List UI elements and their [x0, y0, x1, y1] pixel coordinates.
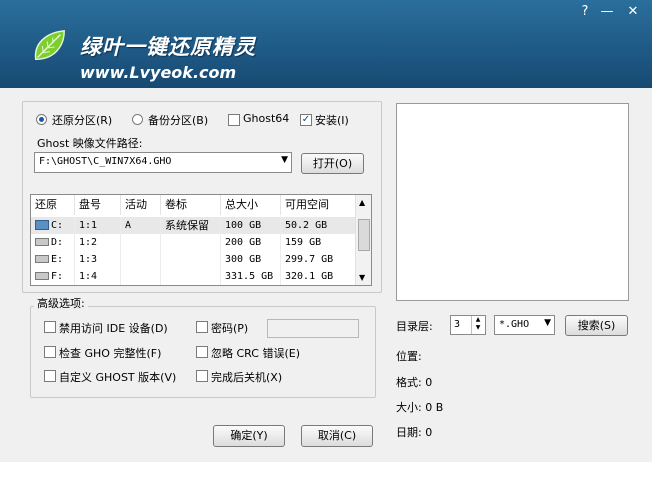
path-value: F:\GHOST\C_WIN7X64.GHO: [39, 156, 172, 167]
col-header-disk[interactable]: 盘号: [75, 195, 121, 215]
shutdown-label[interactable]: 完成后关机(X): [211, 369, 282, 385]
no-ide-checkbox[interactable]: [44, 321, 56, 333]
col-header-label[interactable]: 卷标: [161, 195, 221, 215]
drive-system-icon: [35, 220, 49, 230]
ignore-crc-label[interactable]: 忽略 CRC 错误(E): [211, 345, 300, 361]
restore-label[interactable]: 还原分区(R): [52, 112, 112, 128]
restore-radio[interactable]: [36, 114, 47, 125]
search-button[interactable]: 搜索(S): [565, 315, 628, 336]
table-cell: E:: [51, 254, 64, 265]
close-button[interactable]: ✕: [622, 3, 644, 21]
path-label: Ghost 映像文件路径:: [37, 137, 143, 150]
chevron-down-icon[interactable]: ▼: [281, 155, 288, 165]
table-cell: 299.7 GB: [281, 251, 357, 268]
password-label[interactable]: 密码(P): [211, 320, 248, 336]
ok-button[interactable]: 确定(Y): [213, 425, 285, 447]
table-row[interactable]: F: 1:4 331.5 GB 320.1 GB: [31, 268, 357, 285]
custom-ghost-checkbox[interactable]: [44, 370, 56, 382]
backup-label[interactable]: 备份分区(B): [148, 112, 208, 128]
table-cell: F:: [51, 271, 64, 282]
close-icon: ✕: [627, 4, 639, 19]
app-url: www.Lvyeok.com: [80, 63, 237, 82]
partition-table[interactable]: 还原 盘号 活动 卷标 总大小 可用空间 C: 1:1 A 系统保留 100 G…: [30, 194, 372, 286]
ignore-crc-checkbox[interactable]: [196, 346, 208, 358]
password-checkbox[interactable]: [196, 321, 208, 333]
table-cell: [121, 234, 161, 251]
ghost64-checkbox[interactable]: [228, 114, 240, 126]
title-banner: 绿叶一键还原精灵 www.Lvyeok.com ? — ✕: [0, 0, 652, 88]
table-cell: 100 GB: [221, 217, 281, 234]
install-label[interactable]: 安装(I): [315, 112, 349, 128]
extension-combobox[interactable]: *.GHO ▼: [494, 315, 555, 335]
table-cell: 159 GB: [281, 234, 357, 251]
open-button[interactable]: 打开(O): [301, 153, 364, 174]
table-cell: D:: [51, 237, 64, 248]
check-gho-checkbox[interactable]: [44, 346, 56, 358]
table-cell: 1:1: [75, 217, 121, 234]
table-cell: 系统保留: [161, 217, 221, 234]
table-cell: 1:4: [75, 268, 121, 285]
minimize-button[interactable]: —: [596, 3, 618, 21]
dir-level-spinner[interactable]: 3 ▲ ▼: [450, 315, 486, 335]
col-header-active[interactable]: 活动: [121, 195, 161, 215]
help-button[interactable]: ?: [574, 3, 596, 21]
leaf-logo-icon: [34, 30, 65, 61]
drive-icon: [35, 255, 49, 263]
ghost64-label[interactable]: Ghost64: [243, 112, 289, 125]
table-cell: [121, 268, 161, 285]
col-header-restore[interactable]: 还原: [31, 195, 75, 215]
minimize-icon: —: [600, 4, 614, 19]
table-cell: 320.1 GB: [281, 268, 357, 285]
dir-level-value: 3: [454, 319, 461, 330]
help-icon: ?: [581, 4, 589, 19]
shutdown-checkbox[interactable]: [196, 370, 208, 382]
table-cell: 1:3: [75, 251, 121, 268]
location-info: 位置:: [396, 350, 422, 363]
advanced-title: 高级选项:: [34, 295, 88, 311]
format-info: 格式: 0: [396, 376, 433, 389]
table-cell: 331.5 GB: [221, 268, 281, 285]
col-header-total[interactable]: 总大小: [221, 195, 281, 215]
col-header-free[interactable]: 可用空间: [281, 195, 357, 215]
cancel-button[interactable]: 取消(C): [301, 425, 373, 447]
date-info: 日期: 0: [396, 426, 433, 439]
table-cell: 300 GB: [221, 251, 281, 268]
preview-panel: [396, 103, 629, 301]
password-field[interactable]: [267, 319, 359, 338]
backup-radio[interactable]: [132, 114, 143, 125]
no-ide-label[interactable]: 禁用访问 IDE 设备(D): [59, 320, 168, 336]
chevron-down-icon[interactable]: ▼: [544, 318, 551, 328]
table-cell: [161, 251, 221, 268]
scroll-thumb[interactable]: [358, 219, 370, 251]
scroll-up-icon[interactable]: ▲: [359, 198, 365, 207]
table-cell: 200 GB: [221, 234, 281, 251]
table-row[interactable]: D: 1:2 200 GB 159 GB: [31, 234, 357, 251]
table-cell: [121, 251, 161, 268]
dir-level-label: 目录层:: [396, 320, 433, 333]
main-window: 绿叶一键还原精灵 www.Lvyeok.com ? — ✕ 还原分区(R) 备份…: [0, 0, 652, 462]
table-row[interactable]: C: 1:1 A 系统保留 100 GB 50.2 GB: [31, 217, 357, 234]
table-row[interactable]: E: 1:3 300 GB 299.7 GB: [31, 251, 357, 268]
custom-ghost-label[interactable]: 自定义 GHOST 版本(V): [59, 369, 176, 385]
size-info: 大小: 0 B: [396, 401, 444, 414]
install-checkbox[interactable]: ✓: [300, 114, 312, 126]
table-cell: [161, 268, 221, 285]
path-combobox[interactable]: F:\GHOST\C_WIN7X64.GHO ▼: [34, 152, 292, 173]
table-cell: C:: [51, 220, 64, 231]
table-scrollbar[interactable]: ▲ ▼: [355, 195, 371, 285]
check-gho-label[interactable]: 检查 GHO 完整性(F): [59, 345, 161, 361]
spinner-arrows-icon[interactable]: ▲ ▼: [471, 316, 484, 334]
extension-value: *.GHO: [499, 319, 530, 330]
scroll-down-icon[interactable]: ▼: [359, 273, 365, 282]
table-cell: 1:2: [75, 234, 121, 251]
table-cell: 50.2 GB: [281, 217, 357, 234]
table-cell: A: [121, 217, 161, 234]
drive-icon: [35, 272, 49, 280]
table-cell: [161, 234, 221, 251]
drive-icon: [35, 238, 49, 246]
app-title: 绿叶一键还原精灵: [80, 35, 256, 59]
